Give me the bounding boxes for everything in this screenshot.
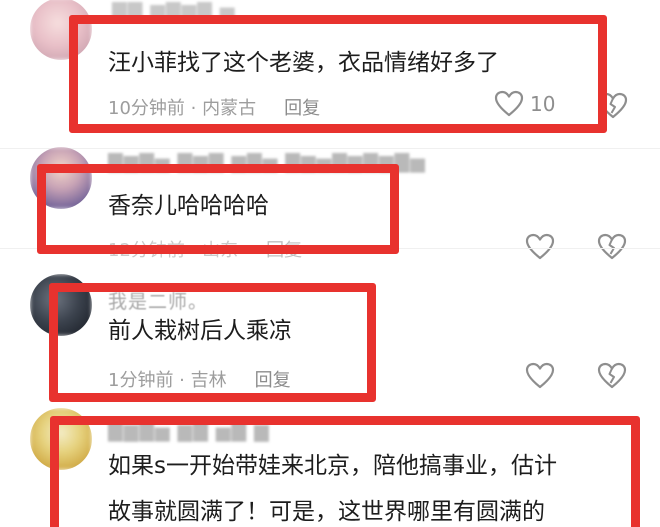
comment-item: 我是二师。 前人栽树后人乘凉 1分钟前 · 吉林 回复	[0, 249, 660, 399]
time-location: 1分钟前 · 吉林	[108, 370, 227, 391]
comment-text-line: 故事就圆满了！可是，这世界哪里有圆满的	[108, 499, 545, 525]
comment-item: ▇▆▇▅ ▆▇ ▅▇ ▆ 如果s一开始带娃来北京，陪他搞事业，估计 故事就圆满了…	[0, 402, 660, 527]
comment-text-line: 如果s一开始带娃来北京，陪他搞事业，估计	[108, 453, 557, 479]
username[interactable]: ▇▆▇▅ ▇▆▇ ▆▇▅ ▇▆▅▇▆▇▆▇▅	[108, 151, 426, 173]
avatar[interactable]	[30, 274, 92, 336]
username[interactable]: ▇▇ ▆▇▆▇ ▅	[112, 0, 235, 22]
reply-button[interactable]: 回复	[255, 370, 291, 391]
reply-button[interactable]: 回复	[284, 98, 320, 119]
time-location: 10分钟前 · 内蒙古	[108, 98, 257, 119]
like-button[interactable]: 10	[494, 90, 555, 118]
broken-heart-icon[interactable]	[598, 92, 628, 120]
username[interactable]: ▇▆▇▅ ▆▇ ▅▇ ▆	[108, 420, 270, 442]
comment-text: 汪小菲找了这个老婆，衣品情绪好多了	[108, 50, 499, 76]
comment-text: 香奈儿哈哈哈哈	[108, 193, 269, 219]
comment-meta: 1分钟前 · 吉林 回复	[108, 366, 291, 392]
heart-icon[interactable]	[525, 362, 555, 390]
heart-icon	[494, 90, 524, 117]
comment-text: 前人栽树后人乘凉	[108, 318, 292, 344]
comment-item: ▇▆▇▅ ▇▆▇ ▆▇▅ ▇▆▅▇▆▇▆▇▅ 香奈儿哈哈哈哈 12分钟前 · 山…	[0, 147, 660, 261]
avatar[interactable]	[30, 0, 92, 60]
like-count: 10	[530, 92, 556, 116]
comment-item: ▇▇ ▆▇▆▇ ▅ 汪小菲找了这个老婆，衣品情绪好多了 10分钟前 · 内蒙古 回…	[0, 0, 660, 145]
avatar[interactable]	[30, 408, 92, 470]
avatar[interactable]	[30, 147, 92, 209]
comment-feed: ▇▇ ▆▇▆▇ ▅ 汪小菲找了这个老婆，衣品情绪好多了 10分钟前 · 内蒙古回…	[0, 0, 660, 527]
broken-heart-icon[interactable]	[597, 362, 627, 390]
comment-meta: 10分钟前 · 内蒙古 回复	[108, 94, 320, 120]
